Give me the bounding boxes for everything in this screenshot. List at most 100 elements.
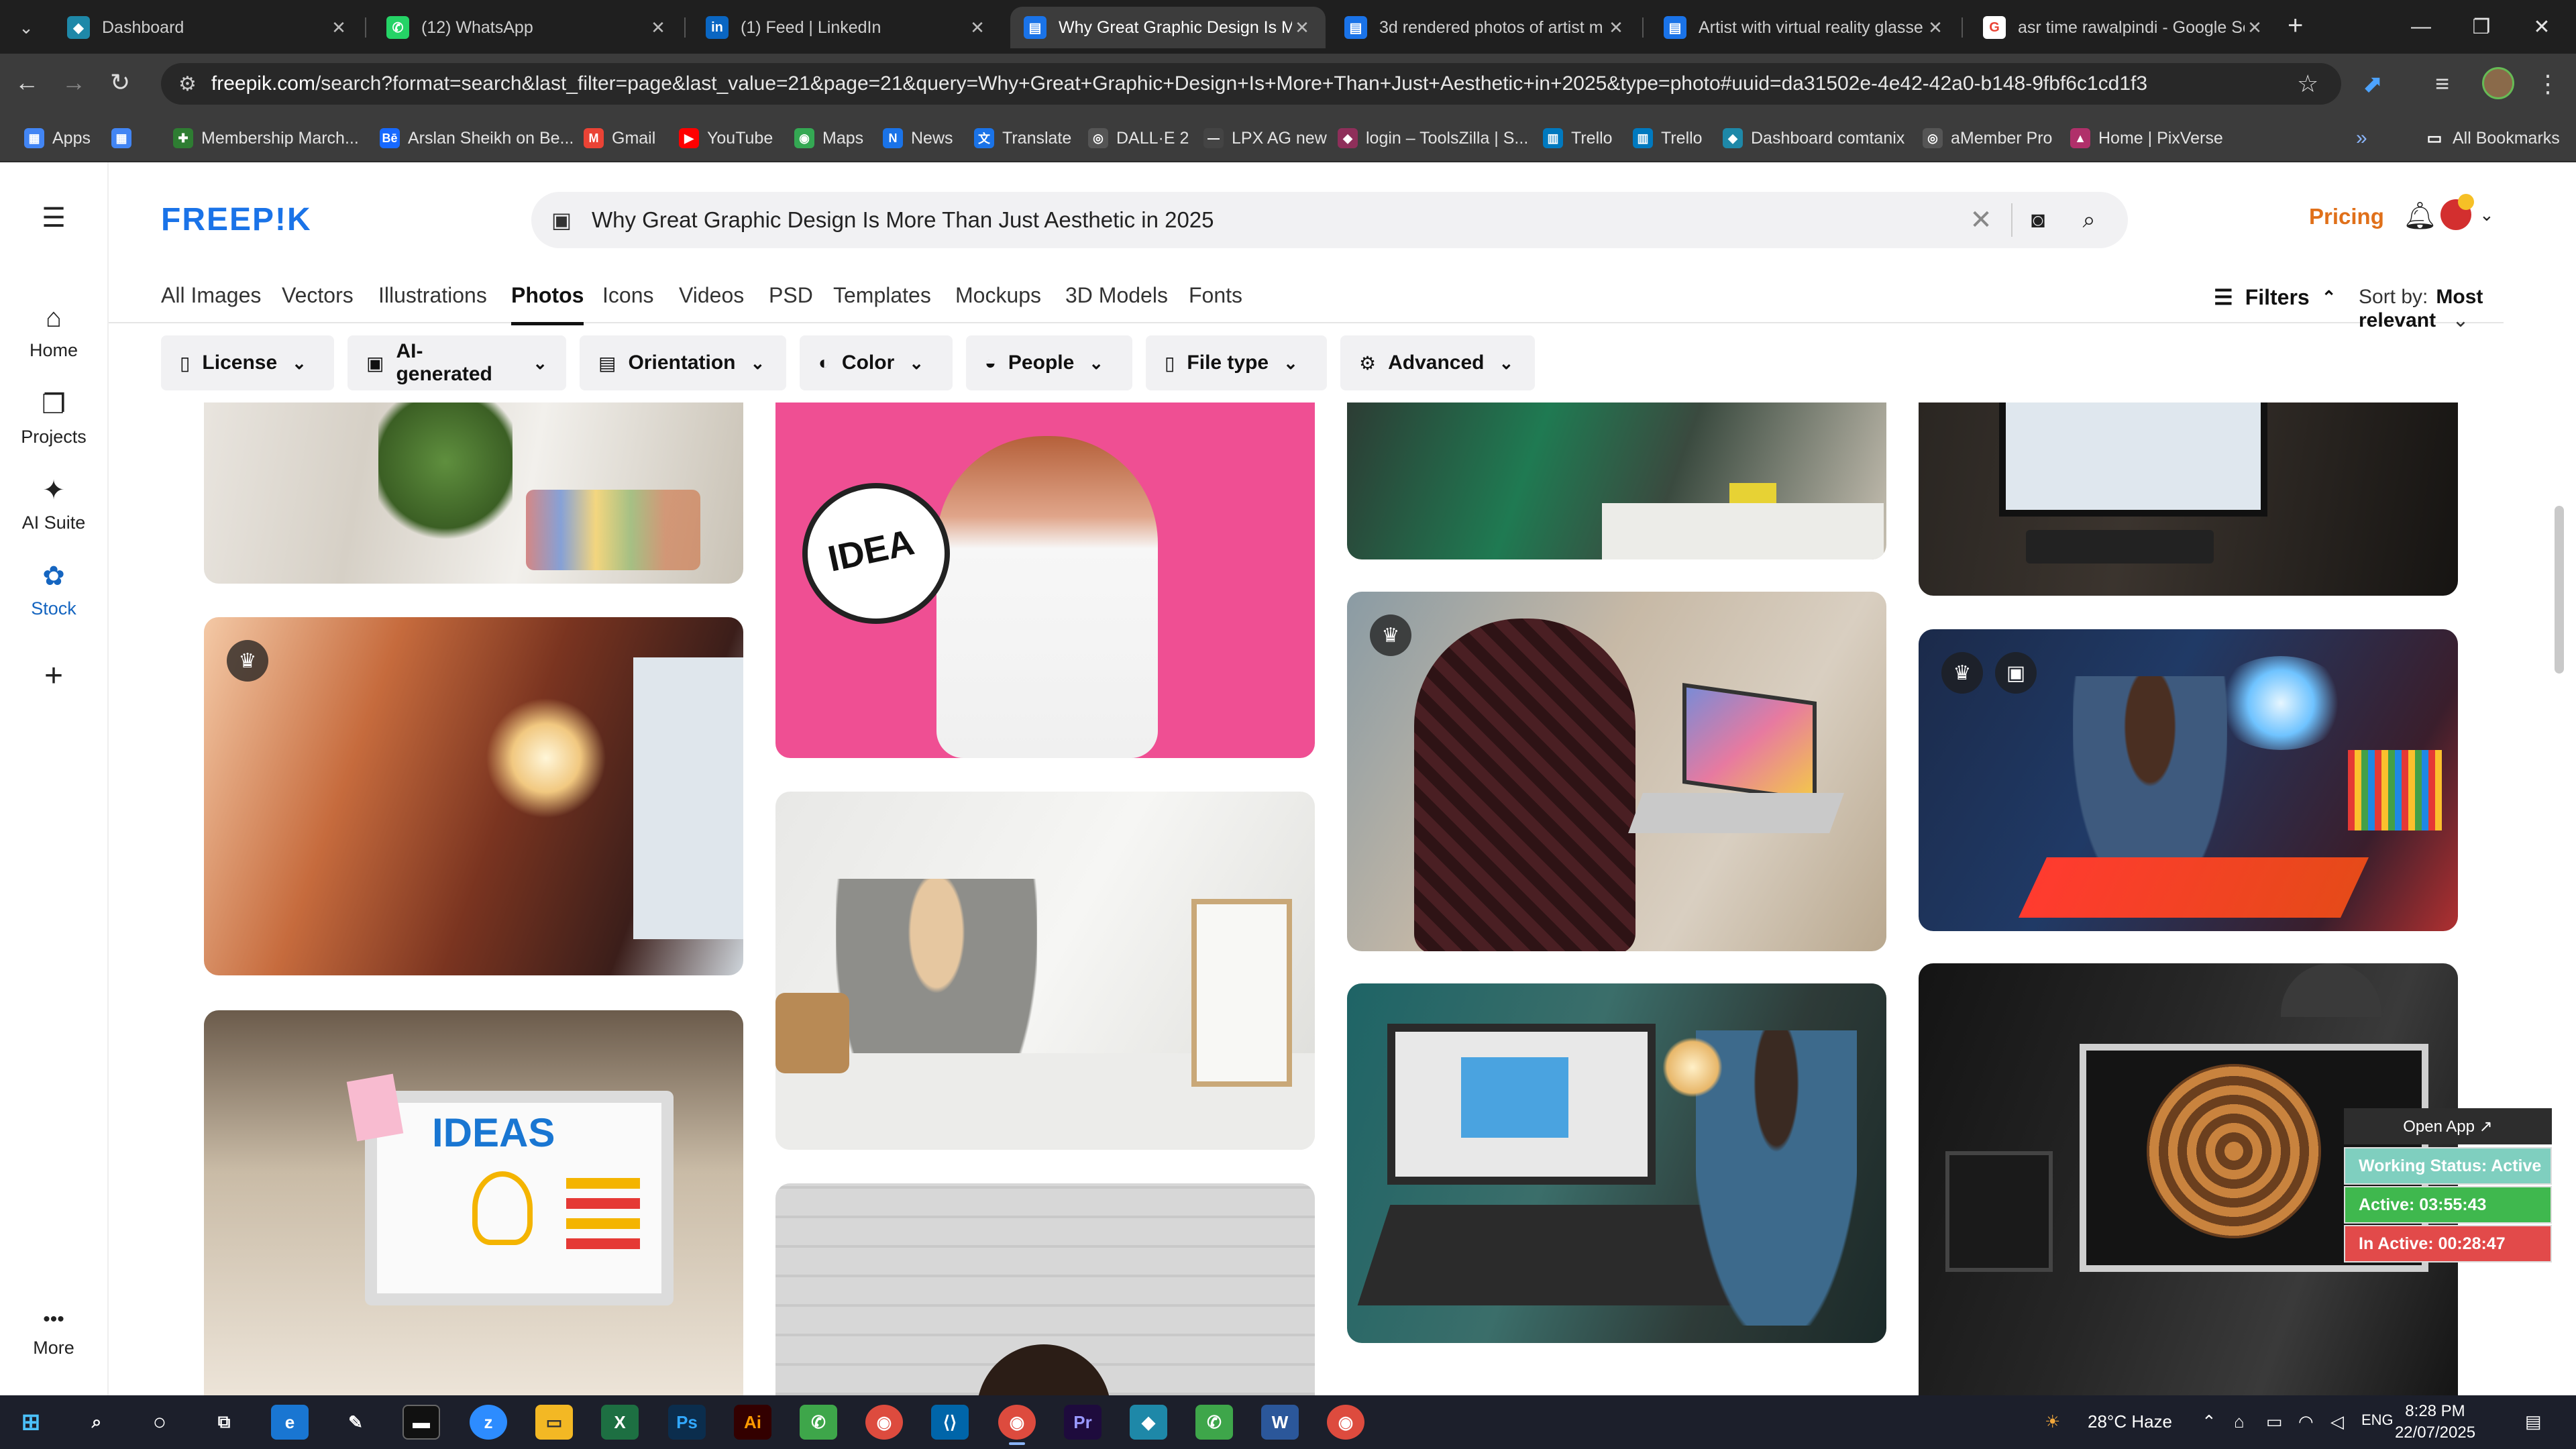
bookmark-gmail[interactable]: M Gmail bbox=[584, 125, 655, 152]
filter-color[interactable]: ◐ Color ⌄ bbox=[800, 335, 953, 390]
notification-bell-icon[interactable]: 🔔︎ bbox=[2403, 200, 2437, 231]
address-bar[interactable]: ⚙ freepik.com/search?format=search&last_… bbox=[161, 63, 2341, 105]
tab-close-icon[interactable]: ✕ bbox=[967, 17, 987, 38]
image-card[interactable] bbox=[775, 1183, 1315, 1395]
tab-fonts[interactable]: Fonts bbox=[1189, 283, 1242, 308]
sidebar-item-more[interactable]: ••• More bbox=[0, 1308, 107, 1358]
bookmark-trello-1[interactable]: ▥ Trello bbox=[1543, 125, 1613, 152]
tab-close-icon[interactable]: ✕ bbox=[1606, 17, 1626, 38]
bookmark-maps[interactable]: ◉ Maps bbox=[794, 125, 863, 152]
illustrator-icon[interactable]: Ai bbox=[734, 1405, 771, 1440]
weather-text[interactable]: 28°C Haze bbox=[2088, 1411, 2172, 1432]
notification-center-icon[interactable]: ▤ bbox=[2525, 1411, 2542, 1432]
search-input[interactable]: Why Great Graphic Design Is More Than Ju… bbox=[592, 207, 1951, 233]
tab-illustrations[interactable]: Illustrations bbox=[378, 283, 487, 308]
tab-freepik-vr[interactable]: ▤ Artist with virtual reality glasse ✕ bbox=[1650, 7, 1959, 48]
sort-dropdown[interactable]: Sort by: Most relevant ⌄ bbox=[2359, 286, 2504, 332]
image-card[interactable]: ♛ bbox=[204, 617, 743, 975]
bookmark-pixverse[interactable]: ▲ Home | PixVerse bbox=[2070, 125, 2223, 152]
sidebar-item-ai-suite[interactable]: ✦ AI Suite bbox=[0, 475, 107, 533]
tab-close-icon[interactable]: ✕ bbox=[1292, 17, 1312, 38]
image-card[interactable]: IDEA bbox=[775, 402, 1315, 758]
extensions-icon[interactable]: ⬈ bbox=[2363, 70, 2383, 98]
close-window-icon[interactable]: ✕ bbox=[2512, 0, 2572, 54]
image-card[interactable]: ♛ ▣ bbox=[1919, 629, 2458, 931]
network-icon[interactable]: ⌂ bbox=[2234, 1411, 2245, 1432]
image-card[interactable] bbox=[1919, 402, 2458, 596]
image-card[interactable] bbox=[775, 792, 1315, 1150]
volume-icon[interactable]: ◁ bbox=[2330, 1411, 2344, 1432]
tab-close-icon[interactable]: ✕ bbox=[1925, 17, 1945, 38]
more-bookmarks-icon[interactable]: » bbox=[2356, 125, 2367, 152]
forward-icon[interactable]: → bbox=[62, 68, 86, 97]
back-icon[interactable]: ← bbox=[15, 68, 39, 97]
bookmark-dashboard-comtanix[interactable]: ◆ Dashboard comtanix bbox=[1723, 125, 1904, 152]
sidebar-item-home[interactable]: ⌂ Home bbox=[0, 303, 107, 361]
tab-icons[interactable]: Icons bbox=[602, 283, 653, 308]
clear-search-icon[interactable]: ✕ bbox=[1951, 205, 2011, 235]
wifi-icon[interactable]: ◠ bbox=[2298, 1411, 2314, 1432]
tab-3d-models[interactable]: 3D Models bbox=[1065, 283, 1168, 308]
tab-templates[interactable]: Templates bbox=[833, 283, 931, 308]
site-info-icon[interactable]: ⚙ bbox=[178, 72, 197, 96]
media-icon[interactable]: ≡ bbox=[2435, 70, 2449, 98]
add-icon[interactable]: + bbox=[0, 657, 107, 694]
search-bar[interactable]: ▣ Why Great Graphic Design Is More Than … bbox=[531, 192, 2128, 248]
open-app-button[interactable]: Open App ↗ bbox=[2344, 1108, 2552, 1144]
tray-chevron-up-icon[interactable]: ⌃ bbox=[2202, 1411, 2216, 1432]
bookmark-amember[interactable]: ◎ aMember Pro bbox=[1923, 125, 2052, 152]
tab-whatsapp[interactable]: ✆ (12) WhatsApp ✕ bbox=[373, 7, 682, 48]
tab-close-icon[interactable]: ✕ bbox=[329, 17, 349, 38]
profile-avatar[interactable] bbox=[2482, 67, 2514, 99]
user-menu[interactable]: ⌄ bbox=[2440, 194, 2501, 232]
bookmark-lpx[interactable]: — LPX AG new bbox=[1203, 125, 1327, 152]
bookmark-membership[interactable]: ✚ Membership March... bbox=[173, 125, 359, 152]
bookmark-translate[interactable]: 文 Translate bbox=[974, 125, 1071, 152]
tab-freepik-3d[interactable]: ▤ 3d rendered photos of artist m ✕ bbox=[1331, 7, 1640, 48]
tab-psd[interactable]: PSD bbox=[769, 283, 813, 308]
image-card[interactable] bbox=[1347, 983, 1886, 1343]
tab-freepik-active[interactable]: ▤ Why Great Graphic Design Is M ✕ bbox=[1010, 7, 1326, 48]
bookmark-youtube[interactable]: ▶ YouTube bbox=[679, 125, 773, 152]
filters-toggle[interactable]: ☰ Filters ⌃ bbox=[2214, 284, 2337, 310]
menu-dots-icon[interactable]: ⋮ bbox=[2536, 70, 2560, 98]
filter-ai-generated[interactable]: ▣ AI-generated ⌄ bbox=[347, 335, 566, 390]
minimize-icon[interactable]: — bbox=[2391, 0, 2451, 54]
tab-mockups[interactable]: Mockups bbox=[955, 283, 1041, 308]
cortana-icon[interactable]: ○ bbox=[141, 1405, 178, 1440]
vscode-icon[interactable]: ⟨⟩ bbox=[931, 1405, 969, 1440]
file-explorer-icon[interactable]: ▭ bbox=[535, 1405, 573, 1440]
image-card[interactable] bbox=[204, 402, 743, 584]
tab-close-icon[interactable]: ✕ bbox=[648, 17, 668, 38]
bookmark-toolszilla[interactable]: ◆ login – ToolsZilla | S... bbox=[1338, 125, 1528, 152]
page-scrollbar[interactable] bbox=[2555, 506, 2564, 674]
image-card[interactable]: ♛ bbox=[1347, 592, 1886, 951]
search-icon[interactable]: ⌕ bbox=[78, 1405, 115, 1440]
filter-license[interactable]: ▯ License ⌄ bbox=[161, 335, 334, 390]
windows-start-icon[interactable]: ⊞ bbox=[12, 1405, 50, 1440]
task-view-icon[interactable]: ⧉ bbox=[205, 1405, 243, 1440]
new-tab-icon[interactable]: + bbox=[2288, 11, 2303, 41]
phone-app-icon[interactable]: ✆ bbox=[800, 1405, 837, 1440]
app-diamond-icon[interactable]: ◆ bbox=[1130, 1405, 1167, 1440]
excel-icon[interactable]: X bbox=[601, 1405, 639, 1440]
reload-icon[interactable]: ↻ bbox=[110, 68, 130, 97]
filter-advanced[interactable]: ⚙ Advanced ⌄ bbox=[1340, 335, 1535, 390]
word-icon[interactable]: W bbox=[1261, 1405, 1299, 1440]
freepik-logo[interactable]: FREEP!K bbox=[161, 201, 312, 238]
search-icon[interactable]: ⌕ bbox=[2063, 207, 2114, 233]
bookmark-star-icon[interactable]: ☆ bbox=[2297, 70, 2318, 98]
tab-all-images[interactable]: All Images bbox=[161, 283, 261, 308]
image-card[interactable] bbox=[1347, 402, 1886, 559]
tab-photos[interactable]: Photos bbox=[511, 283, 584, 325]
bookmark-news[interactable]: N News bbox=[883, 125, 953, 152]
filter-orientation[interactable]: ▤ Orientation ⌄ bbox=[580, 335, 786, 390]
tab-search-icon[interactable]: ⌄ bbox=[9, 11, 43, 44]
sidebar-item-stock[interactable]: ✿ Stock bbox=[0, 561, 107, 619]
edge-icon[interactable]: e bbox=[271, 1405, 309, 1440]
display-icon[interactable]: ▭ bbox=[2266, 1411, 2283, 1432]
phone-app-icon[interactable]: ✆ bbox=[1195, 1405, 1233, 1440]
terminal-icon[interactable]: ▬ bbox=[402, 1405, 440, 1440]
bookmark-trello-2[interactable]: ▥ Trello bbox=[1633, 125, 1703, 152]
tab-close-icon[interactable]: ✕ bbox=[2245, 17, 2265, 38]
